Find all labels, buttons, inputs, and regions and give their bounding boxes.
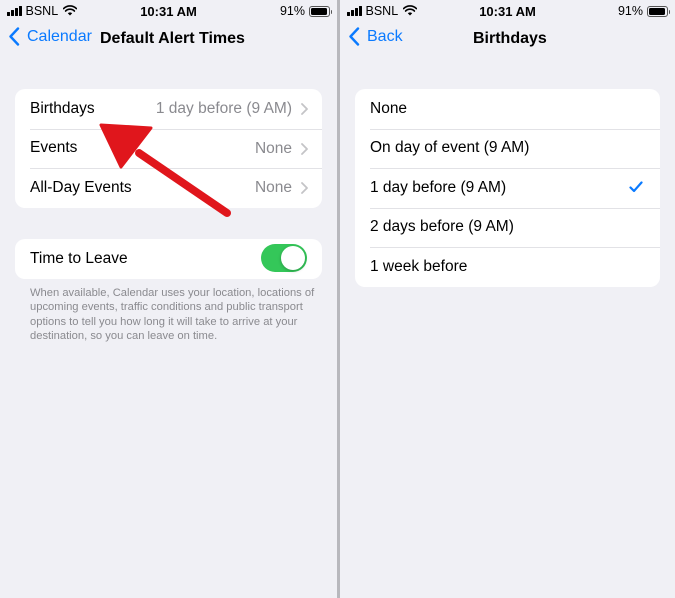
checkmark-icon	[629, 181, 643, 193]
time-to-leave-footer: When available, Calendar uses your locat…	[30, 287, 315, 342]
battery-icon	[647, 5, 670, 17]
status-right: 91%	[279, 4, 332, 18]
battery-percent: 91%	[279, 4, 305, 18]
back-button[interactable]: Back	[348, 27, 403, 46]
row-value: None	[254, 139, 292, 157]
navigation-bar: Calendar Default Alert Times	[0, 22, 337, 56]
option-on-day-of-event[interactable]: On day of event (9 AM)	[355, 128, 660, 169]
page-title: Default Alert Times	[100, 30, 245, 47]
battery-level-fill	[311, 7, 327, 15]
status-bar: BSNL 10:31 AM 91%	[0, 0, 337, 22]
status-right: 91%	[617, 4, 670, 18]
option-2-days-before[interactable]: 2 days before (9 AM)	[355, 207, 660, 248]
birthday-alert-options: None On day of event (9 AM) 1 day before…	[355, 89, 660, 287]
time-to-leave-row: Time to Leave	[15, 239, 322, 279]
chevron-right-icon	[301, 103, 308, 115]
option-label: 1 week before	[370, 257, 468, 275]
option-1-week-before[interactable]: 1 week before	[355, 247, 660, 287]
navigation-bar: Back Birthdays	[340, 22, 675, 56]
back-chevron-icon	[349, 27, 360, 46]
time-to-leave-group: Time to Leave	[15, 239, 322, 279]
calendar-back-button[interactable]: Calendar	[8, 27, 92, 46]
option-label: None	[370, 99, 408, 117]
chevron-right-icon	[301, 182, 308, 194]
row-label: Events	[30, 139, 78, 157]
toggle-knob	[281, 246, 305, 270]
option-label: 1 day before (9 AM)	[370, 178, 507, 196]
battery-icon	[309, 5, 332, 17]
row-value: None	[254, 179, 292, 196]
annotation-arrow-icon	[99, 123, 231, 217]
back-chevron-icon	[9, 27, 20, 46]
row-label: Birthdays	[30, 99, 95, 117]
chevron-right-icon	[301, 142, 308, 155]
status-bar: BSNL 10:31 AM 91%	[340, 0, 675, 22]
battery-percent: 91%	[617, 4, 643, 18]
back-button-label: Back	[367, 27, 403, 45]
option-label: On day of event (9 AM)	[370, 139, 530, 157]
option-none[interactable]: None	[355, 89, 660, 129]
battery-level-fill	[649, 7, 665, 15]
option-label: 2 days before (9 AM)	[370, 218, 514, 236]
option-1-day-before[interactable]: 1 day before (9 AM)	[355, 168, 660, 208]
birthdays-screen: BSNL 10:31 AM 91% Back Birthdays None On…	[340, 0, 675, 598]
time-to-leave-toggle[interactable]	[261, 244, 307, 272]
row-label: Time to Leave	[30, 249, 128, 267]
default-alert-times-screen: BSNL 10:31 AM 91% Calendar Default Alert…	[0, 0, 337, 598]
back-button-label: Calendar	[27, 27, 92, 45]
page-title: Birthdays	[473, 30, 547, 47]
